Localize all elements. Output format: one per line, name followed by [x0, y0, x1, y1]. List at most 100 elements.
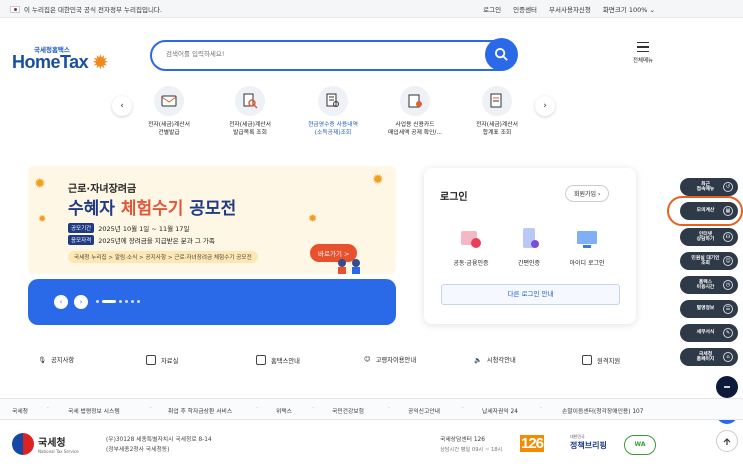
- hamburger-icon: [637, 42, 649, 52]
- page-dot[interactable]: [119, 300, 122, 303]
- nts-emblem-icon: [12, 433, 34, 455]
- guide-icon: [256, 355, 266, 365]
- dept-user-link[interactable]: 부서사용자신청: [549, 4, 591, 14]
- hometax-guide-link[interactable]: 홈택스안내: [256, 355, 300, 365]
- quick-item-credit-card[interactable]: 사업용 신용카드 매입세액 공제 확인/...: [376, 86, 454, 137]
- envelope-icon: [154, 86, 184, 116]
- home-icon: ⌂: [723, 352, 733, 362]
- search-box: [150, 40, 515, 71]
- user-card-icon: ☰: [723, 304, 733, 314]
- leaf-decoration-icon: ✹: [372, 172, 384, 188]
- search-button[interactable]: [485, 38, 518, 71]
- footer-link[interactable]: 공익신고안내: [408, 406, 440, 415]
- remote-support-link[interactable]: 원격지원: [582, 355, 620, 365]
- quick-item-invoice-summary[interactable]: 전자(세금)계산서 합계표 조회: [458, 86, 536, 137]
- quick-next-button[interactable]: ›: [535, 96, 555, 116]
- history-icon: ↺: [723, 182, 733, 192]
- all-menu-button[interactable]: 전체메뉴: [630, 42, 656, 64]
- logo-big-text: HomeTax: [12, 52, 89, 72]
- quick-prev-button[interactable]: ‹: [112, 96, 132, 116]
- login-title: 로그인: [440, 192, 468, 203]
- quick-item-cash-receipt[interactable]: 현금영수증 사용내역 (소득공제)조회: [294, 86, 372, 137]
- footer-link[interactable]: 취업 후 학자금상환 서비스: [168, 406, 232, 415]
- footer-link[interactable]: 손말이음센터(청각장애인용) 107: [562, 406, 643, 415]
- speaker-icon: 🔈: [474, 356, 482, 364]
- banner-next-button[interactable]: ›: [74, 295, 88, 309]
- banner-eligibility: 응모자격 2025년에 장려금을 지급받은 분과 그 가족: [68, 235, 215, 245]
- clock-icon: ◷: [723, 280, 733, 290]
- page-dot[interactable]: [125, 300, 128, 303]
- banner-path: 국세청 누리집 > 알림·소식 > 공지사항 > 근로·자녀장려금 체험수기 공…: [68, 251, 258, 263]
- senior-icon: ☺: [364, 356, 371, 363]
- cert-login-option[interactable]: 공동·금융인증: [446, 226, 496, 267]
- form-icon: ✎: [723, 328, 733, 338]
- footer-link[interactable]: 국세 법령정보 시스템: [68, 406, 120, 415]
- archive-link[interactable]: 자료실: [146, 355, 178, 365]
- usage-time-button[interactable]: 홈택스 이용시간 ◷: [680, 276, 738, 294]
- minus-icon: [724, 386, 730, 388]
- online-consult-button[interactable]: 인터넷 상담하기 ☊: [680, 228, 738, 246]
- banner-pagination[interactable]: [96, 300, 140, 303]
- banner-period: 공모기간 2025년 10월 1일 ~ 11월 17일: [68, 223, 189, 233]
- scroll-top-button[interactable]: [716, 430, 738, 452]
- phone-auth-icon: [516, 226, 542, 252]
- footer-link[interactable]: 국민건강보험: [332, 406, 364, 415]
- arrow-up-icon: [723, 438, 731, 445]
- footer-link[interactable]: 위택스: [276, 406, 292, 415]
- nickname-info-button[interactable]: 별명정보 ☰: [680, 300, 738, 318]
- children-illustration-icon: [338, 259, 360, 274]
- login-link[interactable]: 로그인: [483, 4, 501, 14]
- notice-link[interactable]: 🎙 공지사항: [38, 355, 74, 365]
- footer-links: 국세청 · 국세 법령정보 시스템 · 취업 후 학자금상환 서비스 · 위택스…: [0, 398, 743, 420]
- hometax-logo[interactable]: 국세청홈택스 HomeTax ✹: [12, 44, 110, 74]
- highlight-ring: [667, 196, 743, 226]
- zoom-select[interactable]: 화면크기 100% ⌄: [603, 4, 655, 14]
- senior-guide-link[interactable]: ☺ 고령자이용안내: [364, 355, 416, 364]
- page-dot-current[interactable]: [102, 300, 116, 303]
- simple-login-option[interactable]: 간편인증: [504, 226, 554, 267]
- nts-name: 국세청: [38, 438, 66, 449]
- people-icon: ☺: [723, 256, 733, 266]
- join-button[interactable]: 회원가입 ›: [565, 185, 610, 202]
- page-dot[interactable]: [131, 300, 134, 303]
- page-dot[interactable]: [137, 300, 140, 303]
- korea-flag-icon: [10, 5, 20, 13]
- nts-sub: National Tax Service: [38, 449, 79, 454]
- nts-logo[interactable]: 국세청 National Tax Service: [12, 433, 79, 455]
- gov-notice-text: 이 누리집은 대한민국 공식 전자정부 누리집입니다.: [24, 6, 162, 14]
- nts-homepage-button[interactable]: 국세청 홈페이지 ⌂: [680, 348, 738, 366]
- footer-link[interactable]: 국세청: [12, 406, 28, 415]
- card-check-icon: [400, 86, 430, 116]
- cert-center-link[interactable]: 인증센터: [513, 4, 537, 14]
- page-dot[interactable]: [96, 300, 99, 303]
- maple-leaf-icon: ✹: [92, 50, 109, 74]
- computer-icon: [574, 226, 600, 252]
- banner-title: 수혜자 체험수기 공모전: [68, 199, 237, 219]
- waiting-lookup-button[interactable]: 민원실 대기인 조회 ☺: [680, 252, 738, 270]
- id-login-option[interactable]: 아이디 로그인: [562, 226, 612, 267]
- footer-link[interactable]: 납세자권익 24: [482, 406, 518, 415]
- banner-prev-button[interactable]: ‹: [54, 295, 68, 309]
- other-login-guide-button[interactable]: 다른 로그인 안내: [441, 284, 620, 305]
- doc-search-icon: [235, 86, 265, 116]
- top-bar: 이 누리집은 대한민국 공식 전자정부 누리집입니다. 로그인 인증센터 부서사…: [0, 0, 743, 18]
- gov-notice: 이 누리집은 대한민국 공식 전자정부 누리집입니다.: [10, 4, 162, 14]
- doc-pen-icon: [482, 86, 512, 116]
- all-menu-label: 전체메뉴: [632, 58, 654, 64]
- collapse-menu-button[interactable]: [716, 376, 738, 398]
- headset-icon: ☊: [723, 232, 733, 242]
- recent-menu-button[interactable]: 최근 접속메뉴 ↺: [680, 178, 738, 196]
- leaf-decoration-icon: ✹: [34, 176, 46, 192]
- archive-icon: [146, 355, 156, 365]
- top-links: 로그인 인증센터 부서사용자신청 화면크기 100% ⌄: [483, 4, 655, 14]
- quick-item-invoice-list[interactable]: 전자(세금)계산서 발급목록 조회: [211, 86, 289, 137]
- audiovisual-guide-link[interactable]: 🔈 시청각안내: [474, 355, 516, 365]
- quick-item-invoice-issue[interactable]: 전자(세금)계산서 건별발급: [130, 86, 208, 137]
- banner-subtitle: 근로·자녀장려금: [68, 184, 137, 195]
- leaf-decoration-icon: ✹: [308, 212, 318, 225]
- tax-forms-button[interactable]: 세무서식 ✎: [680, 324, 738, 342]
- promo-banner[interactable]: ✹ ✹ ✹ ✹ 근로·자녀장려금 수혜자 체험수기 공모전 공모기간 2025년 …: [28, 166, 396, 274]
- search-input[interactable]: [166, 50, 466, 58]
- policy-briefing-logo[interactable]: 대한민국 정책브리핑: [570, 434, 607, 451]
- call-126-logo[interactable]: 126: [520, 435, 544, 452]
